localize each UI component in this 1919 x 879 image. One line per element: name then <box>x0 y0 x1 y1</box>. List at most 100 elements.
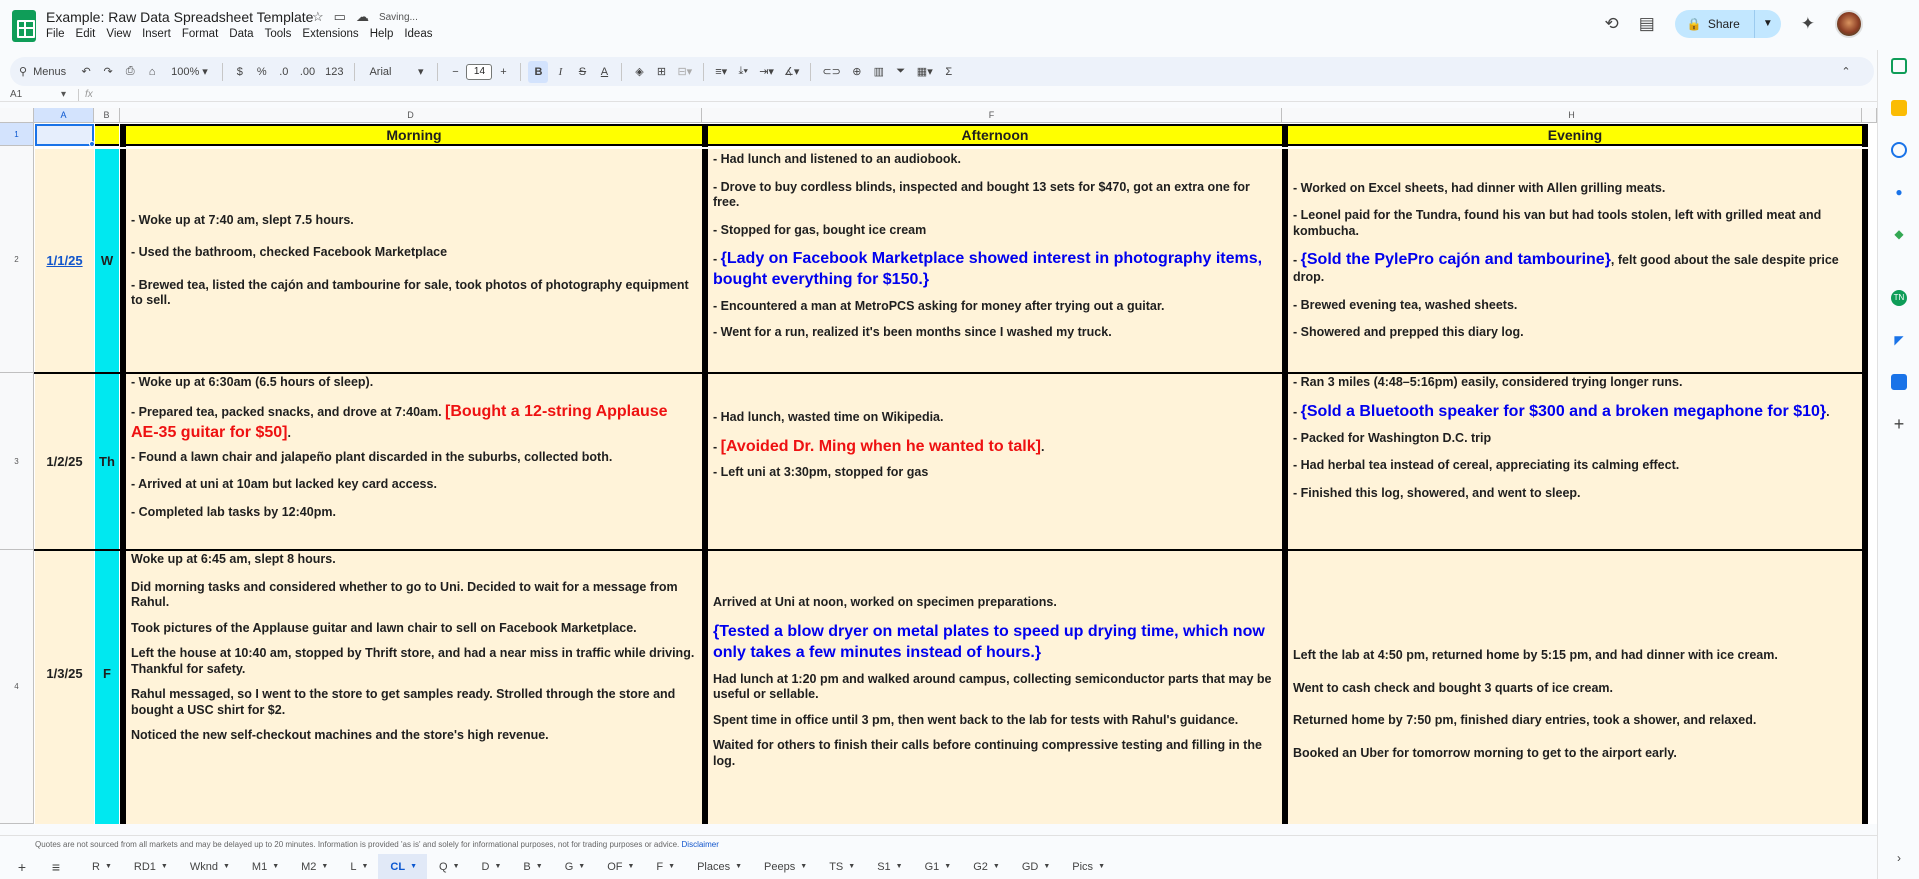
column-header-a[interactable]: A <box>34 108 94 123</box>
paint-format-icon[interactable]: ⌂ <box>142 61 162 83</box>
increase-decimal-button[interactable]: .00 <box>296 61 319 83</box>
redo-icon[interactable]: ↷ <box>98 61 118 83</box>
share-main[interactable]: 🔒 Share <box>1675 10 1755 38</box>
formula-input[interactable] <box>93 88 1877 102</box>
sheet-tab[interactable]: RD1 ▼ <box>122 854 178 879</box>
zoom-select[interactable]: 100% ▾ <box>164 61 215 83</box>
get-addons-icon[interactable]: + <box>1891 415 1907 433</box>
strikethrough-icon[interactable]: S <box>572 61 592 83</box>
share-dropdown-icon[interactable]: ▼ <box>1755 10 1781 38</box>
day-cell[interactable]: F <box>95 551 119 824</box>
sheet-tab[interactable]: G ▼ <box>553 854 596 879</box>
italic-button[interactable]: I <box>550 61 570 83</box>
afternoon-cell[interactable]: - Had lunch and listened to an audiobook… <box>708 149 1282 372</box>
menus-search-button[interactable]: ⚲ Menus <box>11 61 74 83</box>
sheet-tab[interactable]: OF ▼ <box>595 854 644 879</box>
maps-icon[interactable]: ◆ <box>1891 226 1907 242</box>
sheet-tab[interactable]: L ▼ <box>338 854 378 879</box>
row-header-4[interactable]: 4 <box>0 550 34 824</box>
document-title[interactable]: Example: Raw Data Spreadsheet Template <box>46 9 313 25</box>
insert-comment-icon[interactable]: ⊕ <box>847 61 867 83</box>
filter-views-icon[interactable]: ▦▾ <box>913 61 937 83</box>
sheet-tab[interactable]: Q ▼ <box>427 854 470 879</box>
sheet-tab-active[interactable]: CL ▼ <box>378 854 428 879</box>
sheet-tab[interactable]: B ▼ <box>511 854 552 879</box>
text-rotation-icon[interactable]: ∡▾ <box>780 61 803 83</box>
header-evening[interactable]: Evening <box>1288 124 1862 146</box>
merge-cells-icon[interactable]: ⊟▾ <box>673 61 696 83</box>
afternoon-cell[interactable]: Arrived at Uni at noon, worked on specim… <box>708 551 1282 824</box>
addon-tn-icon[interactable]: TN <box>1891 290 1907 306</box>
row-header-3[interactable]: 3 <box>0 373 34 550</box>
day-cell[interactable]: Th <box>95 374 119 549</box>
sheet-tab[interactable]: D ▼ <box>470 854 512 879</box>
column-header-d[interactable]: D <box>120 108 702 123</box>
print-icon[interactable]: ⎙ <box>120 61 140 83</box>
collapse-toolbar-icon[interactable]: ⌃ <box>1836 61 1856 83</box>
contacts-icon[interactable]: ● <box>1891 184 1907 200</box>
cell-a1-selected[interactable] <box>35 124 94 146</box>
sheet-tab[interactable]: TS ▼ <box>817 854 865 879</box>
insert-link-icon[interactable]: ⊂⊃ <box>818 61 844 83</box>
sheet-tab[interactable]: GD ▼ <box>1010 854 1060 879</box>
vertical-align-icon[interactable]: ⤓▾ <box>733 61 753 83</box>
currency-format-button[interactable]: $ <box>230 61 250 83</box>
sheet-tab[interactable]: Peeps ▼ <box>752 854 817 879</box>
header-morning[interactable]: Morning <box>126 124 702 146</box>
expand-panel-icon[interactable]: › <box>1891 850 1907 866</box>
morning-cell[interactable]: Woke up at 6:45 am, slept 8 hours. Did m… <box>126 551 702 824</box>
undo-icon[interactable]: ↶ <box>76 61 96 83</box>
sheet-tab[interactable]: M2 ▼ <box>289 854 338 879</box>
font-select[interactable]: Arial ▾ <box>362 61 430 83</box>
column-header-f[interactable]: F <box>702 108 1282 123</box>
menu-help[interactable]: Help <box>370 28 394 40</box>
comments-icon[interactable]: ▤ <box>1639 14 1655 34</box>
menu-file[interactable]: File <box>46 28 65 40</box>
gemini-sparkle-icon[interactable]: ✦ <box>1801 14 1815 34</box>
functions-icon[interactable]: Σ <box>939 61 959 83</box>
sheet-tab[interactable]: S1 ▼ <box>865 854 912 879</box>
menu-insert[interactable]: Insert <box>142 28 171 40</box>
sheet-tab[interactable]: Places ▼ <box>685 854 752 879</box>
all-sheets-icon[interactable]: ≡ <box>44 859 68 875</box>
star-icon[interactable]: ☆ <box>312 9 324 25</box>
addon-filter-icon[interactable]: ◤ <box>1891 332 1907 348</box>
tasks-icon[interactable] <box>1891 142 1907 158</box>
header-afternoon[interactable]: Afternoon <box>708 124 1282 146</box>
sheet-tab[interactable]: M1 ▼ <box>240 854 289 879</box>
sheets-side-icon[interactable] <box>1891 58 1907 74</box>
filter-icon[interactable]: ⏷ <box>891 61 911 83</box>
text-color-icon[interactable]: A <box>594 61 614 83</box>
row-header-1[interactable]: 1 <box>0 123 34 146</box>
addon-inbox-icon[interactable] <box>1891 374 1907 390</box>
percent-format-button[interactable]: % <box>252 61 272 83</box>
font-size-input[interactable]: 14 <box>466 63 493 80</box>
horizontal-align-icon[interactable]: ≡▾ <box>711 61 731 83</box>
sheets-logo-icon[interactable] <box>12 10 36 42</box>
menu-ideas[interactable]: Ideas <box>404 28 432 40</box>
cell-b1[interactable] <box>95 124 119 146</box>
font-size-decrease-icon[interactable]: − <box>445 61 465 83</box>
move-folder-icon[interactable]: ▭ <box>334 9 346 25</box>
borders-icon[interactable]: ⊞ <box>651 61 671 83</box>
menu-tools[interactable]: Tools <box>265 28 292 40</box>
decrease-decimal-button[interactable]: .0 <box>274 61 294 83</box>
fill-color-icon[interactable]: ◈ <box>629 61 649 83</box>
date-cell[interactable]: 1/3/25 <box>35 551 94 824</box>
sheet-tab[interactable]: Wknd ▼ <box>178 854 240 879</box>
date-link[interactable]: 1/1/25 <box>46 253 82 268</box>
menu-view[interactable]: View <box>106 28 131 40</box>
morning-cell[interactable]: - Woke up at 6:30am (6.5 hours of sleep)… <box>126 374 702 549</box>
insert-chart-icon[interactable]: ▥ <box>869 61 889 83</box>
sheet-tab[interactable]: G1 ▼ <box>913 854 962 879</box>
afternoon-cell[interactable]: - Had lunch, wasted time on Wikipedia. -… <box>708 374 1282 549</box>
menu-format[interactable]: Format <box>182 28 218 40</box>
version-history-icon[interactable]: ⟲ <box>1605 14 1619 34</box>
bold-button[interactable]: B <box>528 60 549 83</box>
column-header-h[interactable]: H <box>1282 108 1862 123</box>
date-cell[interactable]: 1/1/25 <box>35 149 94 372</box>
column-header-b[interactable]: B <box>94 108 120 123</box>
row-header-2[interactable]: 2 <box>0 146 34 373</box>
cloud-status-icon[interactable]: ☁ <box>356 9 369 25</box>
evening-cell[interactable]: Left the lab at 4:50 pm, returned home b… <box>1288 551 1862 824</box>
